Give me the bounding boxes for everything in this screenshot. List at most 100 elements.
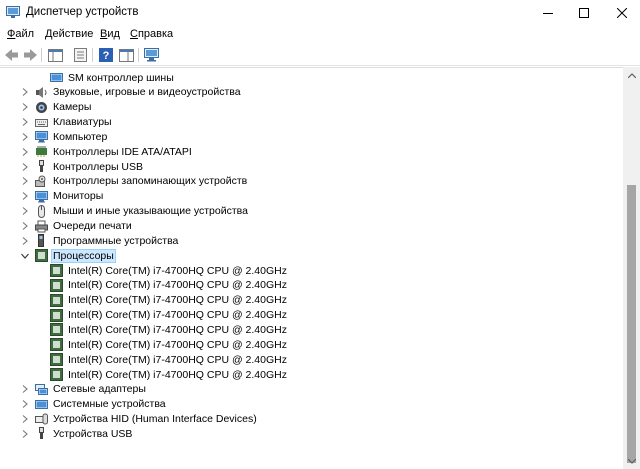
processor-icon (50, 323, 63, 337)
expand-toggle[interactable] (20, 397, 30, 411)
tree-processor-item[interactable]: Intel(R) Core(TM) i7-4700HQ CPU @ 2.40GH… (50, 293, 288, 308)
tree-item-label: Контроллеры запоминающих устройств (53, 175, 248, 188)
tree-category-item[interactable]: Контроллеры запоминающих устройств (20, 174, 248, 189)
chevron-right-icon (22, 103, 28, 112)
scan-hardware-button[interactable] (143, 47, 159, 63)
menu-bar: Файл Действие Вид Справка (0, 25, 640, 44)
scan-monitor-icon (143, 48, 159, 62)
toolbar-separator (92, 48, 93, 62)
tree-category-item[interactable]: Звуковые, игровые и видеоустройства (20, 85, 242, 100)
expand-toggle[interactable] (20, 382, 30, 396)
tree-processor-item[interactable]: Intel(R) Core(TM) i7-4700HQ CPU @ 2.40GH… (50, 322, 288, 337)
tree-item-label: Сетевые адаптеры (53, 383, 146, 396)
chevron-right-icon (22, 207, 28, 216)
expand-toggle[interactable] (20, 189, 30, 203)
close-button[interactable] (599, 0, 640, 25)
processor-icon (50, 264, 63, 278)
expand-toggle[interactable] (20, 130, 30, 144)
tree-device-item[interactable]: SM контроллер шины (50, 70, 175, 85)
title-bar[interactable]: Диспетчер устройств (0, 0, 640, 25)
console-tree-icon (47, 48, 63, 62)
tree-category-item[interactable]: Очереди печати (20, 219, 133, 234)
help-button[interactable]: ? (98, 47, 114, 63)
system-device-icon (35, 398, 48, 411)
tree-item-label: Intel(R) Core(TM) i7-4700HQ CPU @ 2.40GH… (68, 264, 287, 277)
tree-item-label: Мыши и иные указывающие устройства (53, 205, 248, 218)
menu-label: правка (137, 28, 174, 40)
tree-item-label: Intel(R) Core(TM) i7-4700HQ CPU @ 2.40GH… (68, 353, 287, 366)
toolbar: ? (0, 44, 640, 66)
vertical-scrollbar[interactable] (623, 67, 640, 469)
properties-button[interactable] (72, 47, 88, 63)
chevron-right-icon (22, 162, 28, 171)
expand-toggle[interactable] (20, 115, 30, 129)
chevron-right-icon (22, 177, 28, 186)
expand-toggle[interactable] (20, 204, 30, 218)
tree-processor-item[interactable]: Intel(R) Core(TM) i7-4700HQ CPU @ 2.40GH… (50, 278, 288, 293)
scroll-down-arrow-icon (627, 458, 636, 464)
tree-processor-item[interactable]: Intel(R) Core(TM) i7-4700HQ CPU @ 2.40GH… (50, 263, 288, 278)
tree-item-label: Устройства HID (Human Interface Devices) (53, 413, 257, 426)
tree-category-item[interactable]: Клавиатуры (20, 115, 113, 130)
menu-label: айл (15, 28, 35, 40)
scroll-up-button[interactable] (623, 67, 640, 83)
software-device-icon (35, 234, 48, 248)
tree-category-item[interactable]: Камеры (20, 100, 92, 115)
tree-category-item[interactable]: Мыши и иные указывающие устройства (20, 204, 249, 219)
tree-category-item[interactable]: Устройства HID (Human Interface Devices) (20, 412, 258, 427)
chevron-right-icon (22, 192, 28, 201)
expand-toggle[interactable] (20, 174, 30, 188)
scroll-down-button[interactable] (623, 453, 640, 469)
action-pane-button[interactable] (118, 47, 134, 63)
tree-category-processors[interactable]: Процессоры (20, 248, 116, 263)
expand-toggle[interactable] (20, 412, 30, 426)
forward-button[interactable] (22, 47, 38, 63)
processor-icon (50, 338, 63, 352)
tree-processor-item[interactable]: Intel(R) Core(TM) i7-4700HQ CPU @ 2.40GH… (50, 308, 288, 323)
device-tree[interactable]: SM контроллер шины Звуковые, игровые и ви… (0, 67, 623, 469)
tree-processor-item[interactable]: Intel(R) Core(TM) i7-4700HQ CPU @ 2.40GH… (50, 367, 288, 382)
tree-category-item[interactable]: Сетевые адаптеры (20, 382, 147, 397)
expand-toggle[interactable] (20, 219, 30, 233)
tree-item-label: Мониторы (53, 190, 104, 203)
tree-category-item[interactable]: Устройства USB (20, 426, 133, 441)
show-hide-console-tree-button[interactable] (47, 47, 63, 63)
back-arrow-icon (5, 49, 18, 61)
tree-item-label: Клавиатуры (53, 116, 112, 129)
help-icon: ? (99, 48, 113, 62)
monitor-icon (35, 190, 48, 203)
tree-processor-item[interactable]: Intel(R) Core(TM) i7-4700HQ CPU @ 2.40GH… (50, 337, 288, 352)
menu-file[interactable]: Файл (7, 28, 34, 40)
tree-category-item[interactable]: Контроллеры USB (20, 159, 144, 174)
scroll-thumb[interactable] (627, 185, 636, 463)
processor-icon (50, 353, 63, 367)
chevron-right-icon (22, 88, 28, 97)
expand-toggle[interactable] (20, 85, 30, 99)
storage-controller-icon (35, 175, 48, 188)
tree-category-item[interactable]: Компьютер (20, 129, 108, 144)
tree-item-label: Программные устройства (53, 234, 179, 247)
mouse-icon (35, 204, 48, 218)
tree-category-item[interactable]: Программные устройства (20, 233, 179, 248)
tree-item-label: Компьютер (53, 130, 108, 143)
tree-processor-item[interactable]: Intel(R) Core(TM) i7-4700HQ CPU @ 2.40GH… (50, 352, 288, 367)
tree-category-item[interactable]: Контроллеры IDE ATA/ATAPI (20, 144, 193, 159)
tree-item-label: Intel(R) Core(TM) i7-4700HQ CPU @ 2.40GH… (68, 309, 287, 322)
tree-category-item[interactable]: Системные устройства (20, 397, 167, 412)
chevron-right-icon (22, 400, 28, 409)
collapse-toggle[interactable] (20, 249, 30, 263)
menu-view[interactable]: Вид (100, 28, 120, 40)
tree-item-label: Intel(R) Core(TM) i7-4700HQ CPU @ 2.40GH… (68, 323, 287, 336)
expand-toggle[interactable] (20, 160, 30, 174)
tree-category-item[interactable]: Мониторы (20, 189, 104, 204)
expand-toggle[interactable] (20, 100, 30, 114)
expand-toggle[interactable] (20, 234, 30, 248)
chevron-right-icon (22, 132, 28, 141)
menu-help[interactable]: Справка (130, 28, 173, 40)
expand-toggle[interactable] (20, 427, 30, 441)
back-button[interactable] (4, 47, 20, 63)
window-title: Диспетчер устройств (26, 6, 139, 18)
menu-action[interactable]: Действие (45, 28, 93, 40)
tree-item-label: Системные устройства (53, 398, 166, 411)
expand-toggle[interactable] (20, 145, 30, 159)
